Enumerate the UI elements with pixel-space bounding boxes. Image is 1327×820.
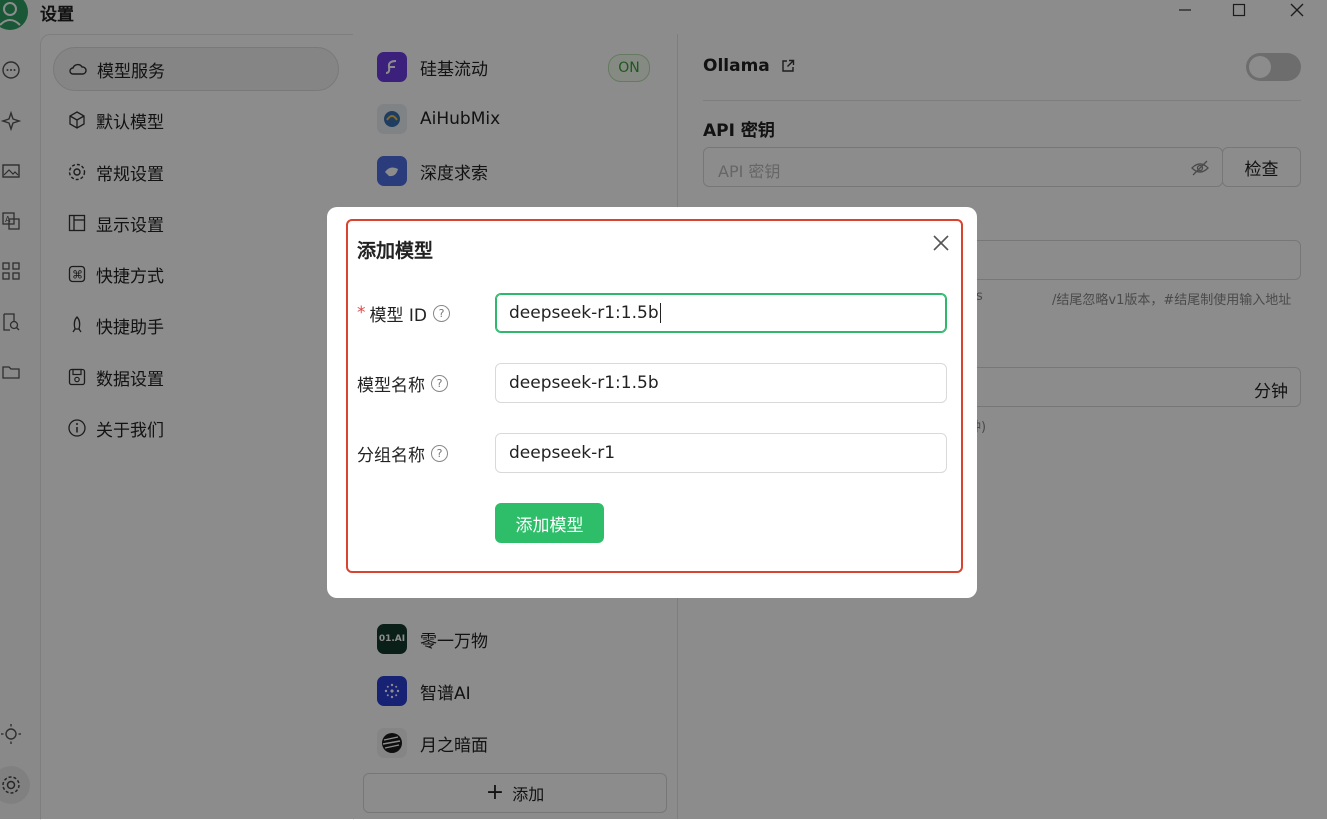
model-id-label: * 模型 ID ?: [357, 293, 451, 333]
group-name-input[interactable]: deepseek-r1: [495, 433, 947, 473]
add-model-button[interactable]: 添加模型: [495, 503, 604, 543]
model-id-value: deepseek-r1:1.5b: [509, 303, 659, 323]
group-name-value: deepseek-r1: [509, 443, 616, 463]
help-icon[interactable]: ?: [431, 374, 448, 392]
required-mark: *: [357, 303, 366, 323]
close-icon[interactable]: [929, 231, 953, 255]
model-name-label: 模型名称 ?: [357, 363, 448, 403]
help-icon[interactable]: ?: [433, 304, 451, 322]
dialog-title: 添加模型: [357, 240, 434, 262]
model-name-label-text: 模型名称: [357, 375, 425, 396]
group-name-label: 分组名称 ?: [357, 433, 448, 473]
help-icon[interactable]: ?: [431, 444, 448, 462]
model-name-input[interactable]: deepseek-r1:1.5b: [495, 363, 947, 403]
group-name-label-text: 分组名称: [357, 445, 425, 466]
model-id-input[interactable]: deepseek-r1:1.5b: [495, 293, 947, 333]
text-cursor: [659, 303, 661, 323]
model-id-label-text: 模型 ID: [369, 305, 428, 326]
model-name-value: deepseek-r1:1.5b: [509, 373, 659, 393]
